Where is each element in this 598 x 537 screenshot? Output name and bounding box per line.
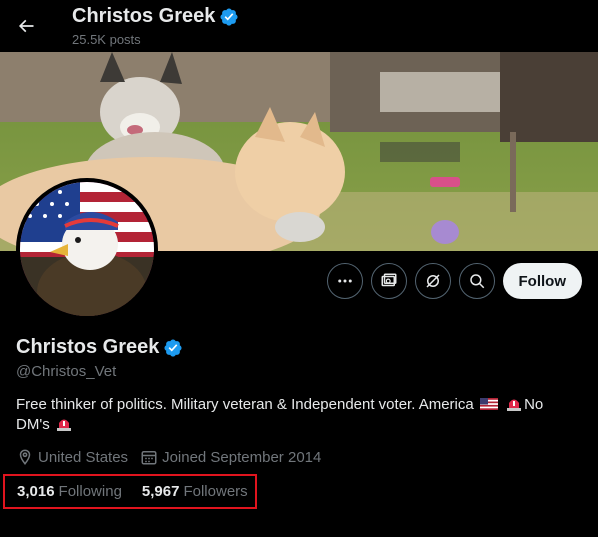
header-title-text: Christos Greek [72, 5, 216, 27]
profile-handle: @Christos_Vet [16, 363, 117, 380]
grok-button[interactable] [414, 263, 451, 299]
followers-label: Followers [183, 483, 248, 500]
joined-text: Joined September 2014 [162, 448, 322, 466]
verified-badge-icon [220, 7, 238, 26]
back-button[interactable] [8, 8, 44, 44]
profile-bio: Free thinker of politics. Military veter… [16, 395, 586, 435]
display-name-text: Christos Greek [16, 336, 160, 358]
more-button[interactable] [326, 263, 363, 299]
profile-actions: Follow [326, 263, 582, 299]
verified-badge-icon[interactable] [163, 338, 183, 358]
join-date: Joined September 2014 [140, 448, 321, 466]
profile-meta: United States Joined September 2014 [16, 448, 321, 466]
post-count: 25.5K posts [72, 32, 141, 47]
follow-button[interactable]: Follow [502, 263, 582, 299]
subscribe-button[interactable] [370, 263, 407, 299]
siren-icon [507, 399, 522, 411]
arrow-left-icon [18, 19, 34, 33]
subscribe-icon [381, 273, 396, 287]
siren-icon [56, 419, 71, 431]
bio-text: Free thinker of politics. Military veter… [16, 396, 474, 413]
us-flag-icon [479, 398, 498, 410]
location-pin-icon [19, 449, 31, 465]
following-count: 3,016 [17, 483, 55, 500]
avatar-image [20, 182, 154, 316]
profile-display-name: Christos Greek [16, 336, 183, 359]
bio-text-line2: DM's [16, 416, 50, 433]
header-title: Christos Greek [72, 5, 239, 28]
location-text: United States [38, 448, 129, 466]
following-link[interactable]: 3,016 Following [17, 483, 122, 500]
top-bar: Christos Greek 25.5K posts [0, 0, 598, 52]
followers-count: 5,967 [141, 483, 180, 500]
following-label: Following [58, 483, 122, 500]
search-button[interactable] [458, 263, 495, 299]
calendar-icon [141, 451, 157, 465]
location: United States [16, 448, 128, 466]
bio-text-no: No [524, 396, 544, 413]
search-icon [469, 274, 484, 289]
follow-stats-highlight: 3,016 Following 5,967 Followers [3, 474, 257, 509]
grok-icon [425, 274, 440, 288]
profile-avatar[interactable] [16, 178, 158, 320]
more-icon [337, 279, 352, 283]
followers-link[interactable]: 5,967 Followers [142, 483, 248, 500]
